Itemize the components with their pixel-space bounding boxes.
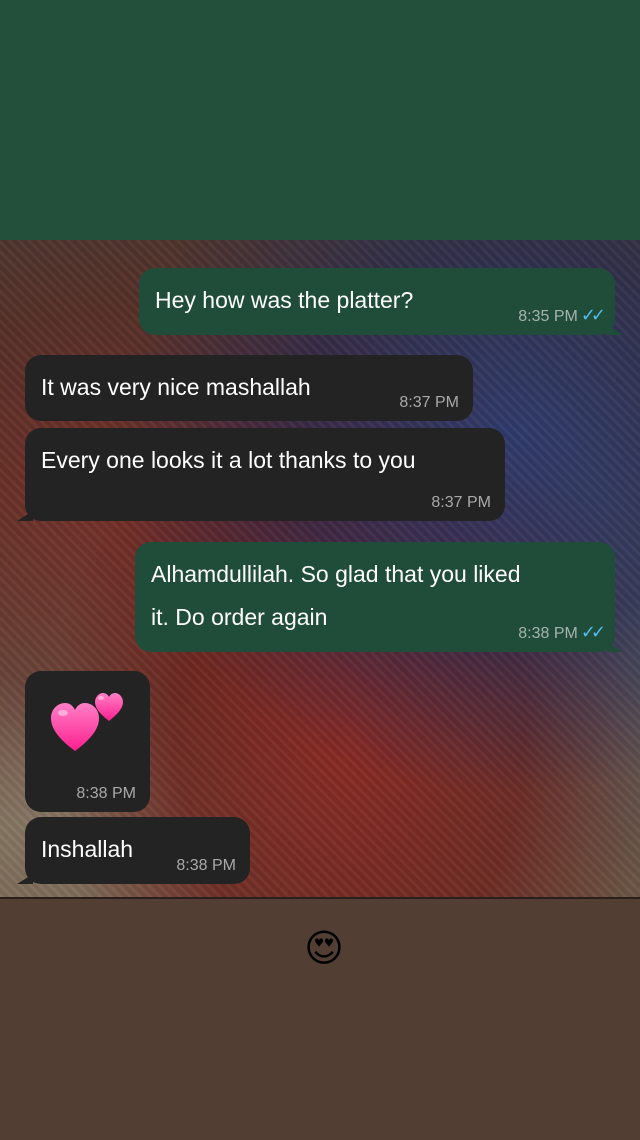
double-check-icon: ✓✓ <box>580 622 606 642</box>
two-hearts-icon <box>51 693 123 751</box>
message-bubble-incoming[interactable]: Inshallah 8:38 PM <box>17 817 250 884</box>
message-bubble-incoming-emoji[interactable]: 💕 8:38 PM <box>25 671 150 812</box>
message-text: It was very nice mashallah <box>41 374 311 400</box>
message-time: 8:37 PM <box>399 394 459 411</box>
double-check-icon: ✓✓ <box>580 305 606 325</box>
message-meta: 8:38 PM ✓✓ <box>518 622 606 644</box>
message-time: 8:35 PM <box>518 308 578 325</box>
message-time: 8:38 PM <box>76 785 136 802</box>
message-time: 8:38 PM <box>518 625 578 642</box>
top-background-band <box>0 0 640 240</box>
message-meta: 8:35 PM ✓✓ <box>518 305 606 327</box>
message-bubble-incoming[interactable]: Every one looks it a lot thanks to you 8… <box>17 428 505 521</box>
message-text: Every one looks it a lot thanks to you <box>41 447 416 473</box>
message-bubble-incoming[interactable]: It was very nice mashallah 8:37 PM <box>25 355 473 421</box>
heart-eyes-emoji-sticker[interactable]: 😍 <box>302 927 346 971</box>
message-time: 8:38 PM <box>176 857 236 874</box>
message-bubble-outgoing[interactable]: Hey how was the platter? 8:35 PM ✓✓ <box>139 268 623 335</box>
message-bubble-outgoing[interactable]: Alhamdullilah. So glad that you liked it… <box>135 542 623 652</box>
message-text-line-1: Alhamdullilah. So glad that you liked <box>151 561 521 587</box>
message-time: 8:37 PM <box>431 494 491 511</box>
